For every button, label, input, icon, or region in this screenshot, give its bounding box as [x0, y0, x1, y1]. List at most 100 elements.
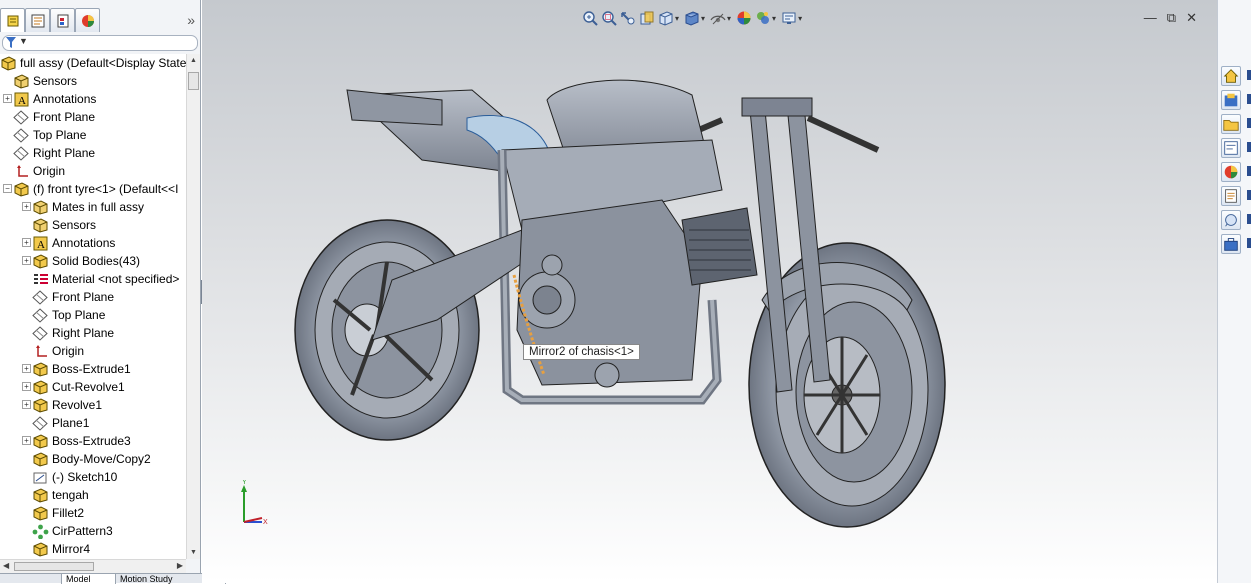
- solidworks-resources-icon: [1223, 69, 1239, 83]
- tree-item[interactable]: (-) Sketch10: [32, 468, 117, 486]
- boss-extrude-icon: [32, 361, 49, 377]
- tab-display-manager[interactable]: [75, 8, 100, 32]
- tree-item-label: Boss-Extrude1: [52, 362, 131, 376]
- tree-item-label: Mirror4: [52, 542, 90, 556]
- tree-item-label: Fillet2: [52, 506, 85, 520]
- annotations-icon: A: [32, 236, 49, 251]
- task-pane-button[interactable]: [1221, 234, 1241, 254]
- tree-item-label: Solid Bodies(43): [52, 254, 141, 268]
- scrollbar-thumb[interactable]: [14, 562, 94, 571]
- tree-item-label: Plane1: [52, 416, 90, 430]
- task-pane-edge-marker: [1247, 142, 1251, 152]
- mates-icon: [32, 199, 49, 215]
- svg-text:A: A: [37, 239, 45, 251]
- tree-item[interactable]: CirPattern3: [32, 522, 113, 540]
- task-pane-button[interactable]: [1221, 90, 1241, 110]
- tree-filter-field[interactable]: ▼: [2, 35, 198, 51]
- tree-item[interactable]: full assy (Default<Display State-: [0, 54, 186, 72]
- scroll-down-arrow[interactable]: ▼: [190, 549, 197, 556]
- tree-item[interactable]: Front Plane: [32, 288, 114, 306]
- tree-expand-toggle[interactable]: +: [22, 202, 31, 211]
- tengah-feature-icon: [32, 487, 49, 503]
- tree-item-label: Mates in full assy: [52, 200, 145, 214]
- tree-expand-toggle[interactable]: +: [22, 382, 31, 391]
- tree-item[interactable]: Origin: [13, 162, 65, 180]
- tree-expand-toggle[interactable]: +: [22, 256, 31, 265]
- tree-vertical-scrollbar[interactable]: ▲ ▼: [186, 54, 200, 559]
- design-library-icon: [1224, 93, 1238, 107]
- tree-item[interactable]: + Mates in full assy: [22, 198, 145, 216]
- tree-item-label: Front Plane: [33, 110, 96, 124]
- boss-extrude-icon: [32, 433, 49, 449]
- scroll-right-arrow[interactable]: ▶: [177, 561, 183, 570]
- tree-item[interactable]: + A Annotations: [22, 234, 115, 252]
- tree-horizontal-scrollbar[interactable]: ◀ ▶: [0, 559, 186, 573]
- tree-item[interactable]: Right Plane: [32, 324, 114, 342]
- task-pane-button[interactable]: [1221, 186, 1241, 206]
- task-pane-edge-marker: [1247, 166, 1251, 176]
- tree-item[interactable]: + Boss-Extrude3: [22, 432, 131, 450]
- filter-dropdown-caret[interactable]: ▼: [19, 36, 28, 46]
- origin-icon: [13, 164, 30, 179]
- configuration-manager-icon: [57, 14, 68, 27]
- collapse-panel-button[interactable]: »: [187, 12, 195, 28]
- tree-item[interactable]: Material <not specified>: [32, 270, 179, 288]
- tree-item[interactable]: tengah: [32, 486, 89, 504]
- tab-property-manager[interactable]: [25, 8, 50, 32]
- graphics-area[interactable]: ▾ ▾ ▾ ▾ ▾ — ⧉ ✕ Mirror2 of chasis<1> Y X: [202, 0, 1217, 583]
- tree-item[interactable]: Plane1: [32, 414, 89, 432]
- tab-configuration-manager[interactable]: [50, 8, 75, 32]
- tree-item-label: CirPattern3: [52, 524, 113, 538]
- tree-item[interactable]: Sensors: [32, 216, 96, 234]
- task-pane-button[interactable]: [1221, 210, 1241, 230]
- feature-manager-panel: » ▼ full assy (Default<Display State- Sen…: [0, 0, 201, 583]
- task-pane-button[interactable]: [1221, 66, 1241, 86]
- svg-text:A: A: [18, 95, 26, 107]
- tree-item[interactable]: + Boss-Extrude1: [22, 360, 131, 378]
- tree-expand-toggle[interactable]: +: [22, 400, 31, 409]
- tree-expand-toggle[interactable]: +: [22, 238, 31, 247]
- tree-item-label: Material <not specified>: [52, 272, 180, 286]
- tree-expand-toggle[interactable]: +: [3, 94, 12, 103]
- scrollbar-thumb[interactable]: [188, 72, 199, 90]
- tree-item[interactable]: Origin: [32, 342, 84, 360]
- mirror-icon: [32, 541, 49, 557]
- tree-item[interactable]: Top Plane: [13, 126, 86, 144]
- task-pane-edge-marker: [1247, 238, 1251, 248]
- feature-manager-tree-icon: [7, 15, 18, 26]
- tree-item[interactable]: − (f) front tyre<1> (Default<<I: [3, 180, 178, 198]
- tree-expand-toggle[interactable]: +: [22, 436, 31, 445]
- task-pane-button[interactable]: [1221, 138, 1241, 158]
- triad-x-label: X: [263, 519, 268, 526]
- tree-item[interactable]: + Revolve1: [22, 396, 102, 414]
- solid-bodies-icon: [32, 253, 49, 269]
- tree-item-label: Top Plane: [52, 308, 106, 322]
- task-pane-button[interactable]: [1221, 114, 1241, 134]
- tab-feature-manager[interactable]: [0, 8, 25, 32]
- tree-item[interactable]: Fillet2: [32, 504, 84, 522]
- tree-item[interactable]: + Solid Bodies(43): [22, 252, 141, 270]
- reference-triad: Y X: [241, 480, 268, 526]
- tree-item[interactable]: Mirror4: [32, 540, 90, 558]
- motorcycle-3d-model[interactable]: [202, 0, 1217, 583]
- tree-item[interactable]: Right Plane: [13, 144, 95, 162]
- scroll-up-arrow[interactable]: ▲: [190, 57, 197, 64]
- tree-item[interactable]: Body-Move/Copy2: [32, 450, 151, 468]
- scroll-left-arrow[interactable]: ◀: [3, 561, 9, 570]
- tree-item[interactable]: + Cut-Revolve1: [22, 378, 125, 396]
- filter-icon: [6, 37, 16, 48]
- fillet-icon: [32, 505, 49, 521]
- tree-item[interactable]: Front Plane: [13, 108, 95, 126]
- plane-icon: [32, 307, 49, 323]
- task-pane-edge-marker: [1247, 118, 1251, 128]
- plane-icon: [32, 289, 49, 305]
- feature-manager-tabs: [0, 8, 201, 32]
- tree-item[interactable]: Top Plane: [32, 306, 105, 324]
- tree-item[interactable]: + A Annotations: [3, 90, 96, 108]
- tree-expand-toggle[interactable]: −: [3, 184, 12, 193]
- task-pane-button[interactable]: [1221, 162, 1241, 182]
- toolbox-icon: [1224, 238, 1238, 251]
- tree-item[interactable]: Sensors: [13, 72, 77, 90]
- tree-expand-toggle[interactable]: +: [22, 364, 31, 373]
- cut-revolve-icon: [32, 379, 49, 395]
